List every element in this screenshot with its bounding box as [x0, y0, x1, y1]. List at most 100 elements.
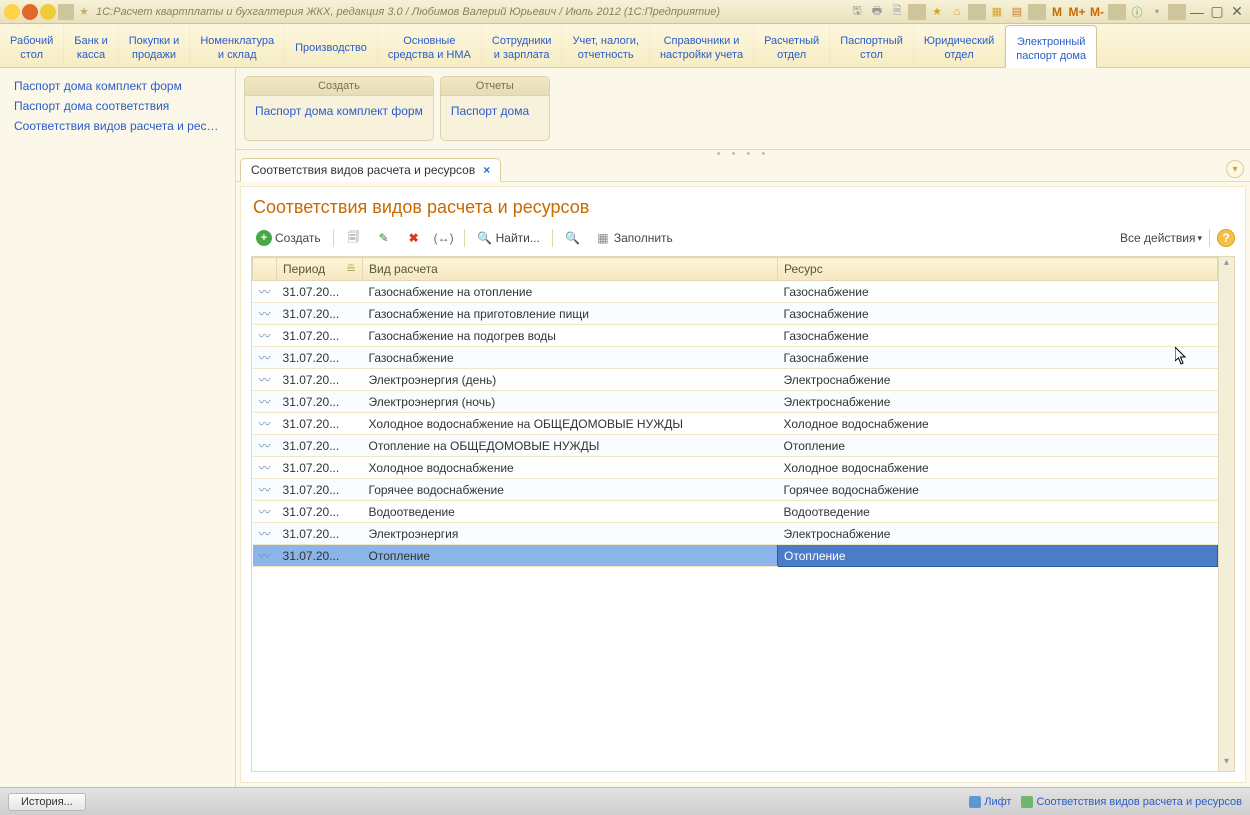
tb-fav-icon[interactable]: ★	[928, 4, 946, 20]
separator	[968, 4, 986, 20]
main-tab[interactable]: Справочники инастройки учета	[650, 24, 754, 67]
history-button[interactable]: История...	[8, 793, 86, 811]
left-nav: Паспорт дома комплект формПаспорт дома с…	[0, 68, 236, 787]
close-tab-icon[interactable]: ×	[483, 163, 490, 177]
row-icon: 〰	[253, 413, 277, 435]
leftnav-link[interactable]: Соответствия видов расчета и ресурс...	[0, 116, 235, 136]
table-row[interactable]: 〰31.07.20...ОтоплениеОтопление	[253, 545, 1218, 567]
all-actions-label: Все действия	[1120, 231, 1195, 245]
row-icon: 〰	[253, 501, 277, 523]
table-row[interactable]: 〰31.07.20...ВодоотведениеВодоотведение	[253, 501, 1218, 523]
find-button[interactable]: 🔍 Найти...	[472, 228, 545, 248]
data-table-wrapper: Период ≞ Вид расчета Ресурс 〰31.07.20...…	[251, 256, 1235, 772]
tb-print-icon[interactable]: 🖶	[868, 4, 886, 20]
document-title: Соответствия видов расчета и ресурсов	[241, 187, 1245, 224]
table-row[interactable]: 〰31.07.20...Отопление на ОБЩЕДОМОВЫЕ НУЖ…	[253, 435, 1218, 457]
table-row[interactable]: 〰31.07.20...ЭлектроэнергияЭлектроснабжен…	[253, 523, 1218, 545]
cell-resource: Горячее водоснабжение	[778, 479, 1218, 501]
tabs-dropdown-icon[interactable]: ▾	[1226, 160, 1244, 178]
table-row[interactable]: 〰31.07.20...Электроэнергия (день)Электро…	[253, 369, 1218, 391]
table-row[interactable]: 〰31.07.20...Горячее водоснабжениеГорячее…	[253, 479, 1218, 501]
leftnav-link[interactable]: Паспорт дома комплект форм	[0, 76, 235, 96]
tb-cal-icon[interactable]: ▤	[1008, 4, 1026, 20]
dropdown-icon[interactable]: ▾	[1148, 4, 1166, 20]
edit-button[interactable]: ✎	[371, 228, 397, 248]
delete-button[interactable]: ✖	[401, 228, 427, 248]
table-row[interactable]: 〰31.07.20...ГазоснабжениеГазоснабжение	[253, 347, 1218, 369]
main-tab[interactable]: Паспортныйстол	[830, 24, 914, 67]
col-header-resource[interactable]: Ресурс	[778, 258, 1218, 281]
create-button[interactable]: + Создать	[251, 228, 326, 248]
panel-create-link[interactable]: Паспорт дома комплект форм	[255, 102, 423, 120]
favorite-star-icon[interactable]: ★	[76, 4, 92, 20]
document-tab-label: Соответствия видов расчета и ресурсов	[251, 163, 475, 177]
tb-home-icon[interactable]: ⌂	[948, 4, 966, 20]
swap-button[interactable]: (↔)	[431, 228, 457, 248]
memory-mminus-button[interactable]: M-	[1088, 4, 1106, 20]
main-tab[interactable]: Учет, налоги,отчетность	[562, 24, 649, 67]
main-tab[interactable]: Номенклатураи склад	[190, 24, 285, 67]
help-button[interactable]: ?	[1217, 229, 1235, 247]
tb-save-icon[interactable]: 🖫	[848, 4, 866, 20]
nav-back-icon[interactable]	[22, 4, 38, 20]
data-table-scroll[interactable]: Период ≞ Вид расчета Ресурс 〰31.07.20...…	[252, 257, 1218, 771]
cell-period: 31.07.20...	[277, 435, 363, 457]
main-tab[interactable]: Рабочийстол	[0, 24, 64, 67]
memory-mplus-button[interactable]: M+	[1068, 4, 1086, 20]
scroll-down-icon[interactable]: ▾	[1219, 756, 1234, 771]
zoom-button[interactable]: 🔍	[560, 228, 586, 248]
cell-period: 31.07.20...	[277, 545, 363, 567]
pencil-icon: ✎	[376, 230, 392, 246]
close-button[interactable]: ✕	[1228, 4, 1246, 20]
scroll-up-icon[interactable]: ▴	[1219, 257, 1234, 272]
command-panels: Создать Паспорт дома комплект форм Отчет…	[236, 68, 1250, 150]
cell-resource: Газоснабжение	[778, 347, 1218, 369]
main-tab[interactable]: Сотрудникии зарплата	[482, 24, 563, 67]
status-lift[interactable]: Лифт	[969, 796, 1011, 808]
vertical-scrollbar[interactable]: ▴ ▾	[1218, 257, 1234, 771]
cell-calc: Газоснабжение на приготовление пищи	[363, 303, 778, 325]
center-area: Создать Паспорт дома комплект форм Отчет…	[236, 68, 1250, 787]
document-tab[interactable]: Соответствия видов расчета и ресурсов ×	[240, 158, 501, 182]
cell-calc: Горячее водоснабжение	[363, 479, 778, 501]
fill-button[interactable]: ▦ Заполнить	[590, 228, 678, 248]
nav-fwd-icon[interactable]	[40, 4, 56, 20]
table-row[interactable]: 〰31.07.20...Газоснабжение на приготовлен…	[253, 303, 1218, 325]
status-bar: История... Лифт Соответствия видов расче…	[0, 787, 1250, 815]
status-correspondence[interactable]: Соответствия видов расчета и ресурсов	[1021, 796, 1242, 808]
col-header-period[interactable]: Период ≞	[277, 258, 363, 281]
main-tab[interactable]: Банк икасса	[64, 24, 118, 67]
tb-calc-icon[interactable]: ▦	[988, 4, 1006, 20]
table-row[interactable]: 〰31.07.20...Газоснабжение на отоплениеГа…	[253, 281, 1218, 303]
panel-reports-link[interactable]: Паспорт дома	[451, 102, 539, 120]
all-actions-button[interactable]: Все действия ▾	[1120, 231, 1202, 245]
cell-calc: Холодное водоснабжение	[363, 457, 778, 479]
col-header-calc[interactable]: Вид расчета	[363, 258, 778, 281]
table-row[interactable]: 〰31.07.20...Электроэнергия (ночь)Электро…	[253, 391, 1218, 413]
cell-resource: Газоснабжение	[778, 281, 1218, 303]
main-tab[interactable]: Расчетныйотдел	[754, 24, 830, 67]
tb-doc-icon[interactable]: 🗎	[888, 4, 906, 20]
cell-calc: Газоснабжение	[363, 347, 778, 369]
copy-button[interactable]: 🗐	[341, 228, 367, 248]
main-tab[interactable]: Производство	[285, 24, 378, 67]
table-header-row: Период ≞ Вид расчета Ресурс	[253, 258, 1218, 281]
cell-period: 31.07.20...	[277, 303, 363, 325]
main-tab[interactable]: Электронныйпаспорт дома	[1005, 25, 1097, 68]
leftnav-link[interactable]: Паспорт дома соответствия	[0, 96, 235, 116]
main-tab[interactable]: Основныесредства и НМА	[378, 24, 482, 67]
maximize-button[interactable]: ▢	[1208, 4, 1226, 20]
find-label: Найти...	[496, 231, 540, 245]
table-row[interactable]: 〰31.07.20...Газоснабжение на подогрев во…	[253, 325, 1218, 347]
table-row[interactable]: 〰31.07.20...Холодное водоснабжениеХолодн…	[253, 457, 1218, 479]
separator	[552, 229, 553, 247]
info-icon[interactable]: ⓘ	[1128, 4, 1146, 20]
main-tab[interactable]: Юридическийотдел	[914, 24, 1005, 67]
panel-gripper[interactable]: • • • •	[236, 150, 1250, 158]
main-tab[interactable]: Покупки ипродажи	[119, 24, 191, 67]
col-header-icon[interactable]	[253, 258, 277, 281]
memory-m-button[interactable]: M	[1048, 4, 1066, 20]
minimize-button[interactable]: —	[1188, 4, 1206, 20]
table-row[interactable]: 〰31.07.20...Холодное водоснабжение на ОБ…	[253, 413, 1218, 435]
separator	[1168, 4, 1186, 20]
